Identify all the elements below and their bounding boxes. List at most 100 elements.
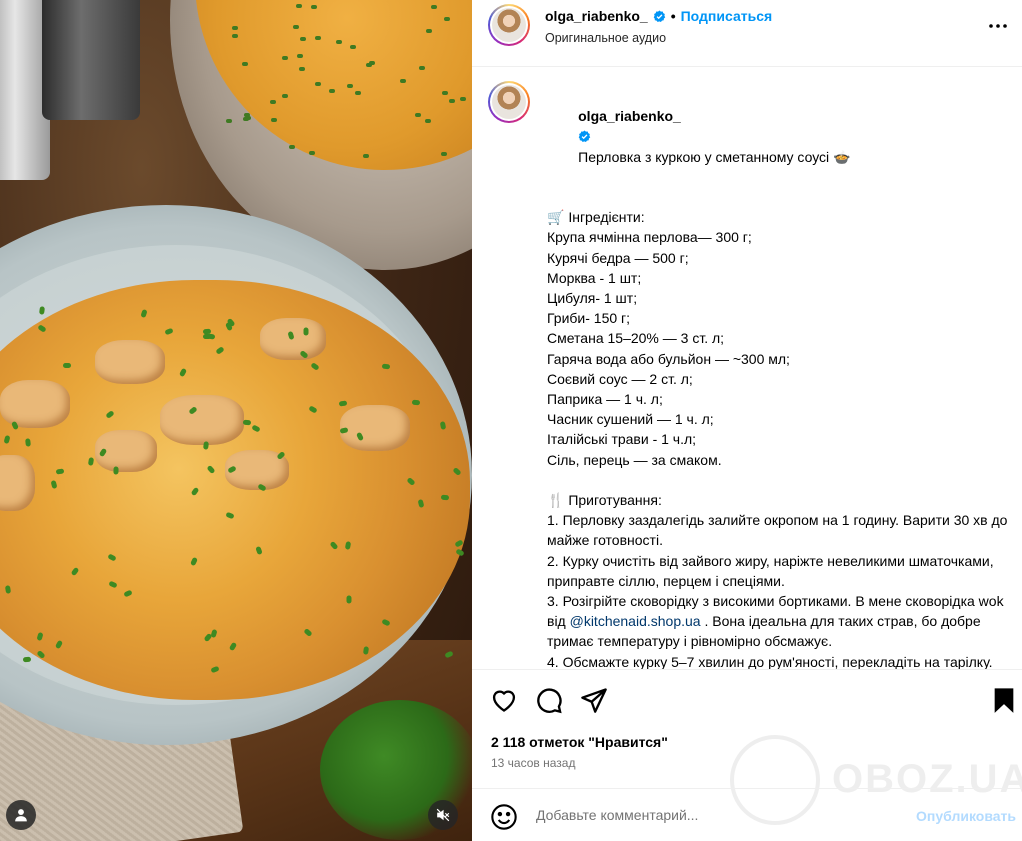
chicken-piece (0, 380, 70, 428)
herb-fleck (242, 419, 252, 426)
separator-dot: • (670, 8, 676, 24)
herb-fleck (309, 151, 315, 155)
caption-line: Курячі бедра — 500 г; (547, 249, 689, 266)
caption-line: Сметана 15–20% — 3 ст. л; (547, 330, 725, 347)
herb-fleck (282, 94, 288, 98)
herb-fleck (297, 54, 303, 58)
post-media[interactable] (0, 0, 472, 841)
herb-fleck (289, 145, 295, 149)
comment-icon[interactable] (535, 686, 563, 714)
caption-line: Цибуля- 1 шт; (547, 290, 638, 307)
chicken-piece (95, 340, 165, 384)
caption-line: Соєвий соус — 2 ст. л; (547, 370, 693, 387)
caption-line: 🍴 Приготування: (547, 492, 662, 509)
comment-input[interactable] (536, 807, 896, 823)
comment-bar: Опубликовать (472, 788, 1022, 841)
herb-fleck (400, 79, 406, 83)
herb-fleck (355, 91, 361, 95)
chicken-piece (340, 405, 410, 451)
caption-line: Крупа ячмінна перлова— 300 г; (547, 229, 752, 246)
herb-fleck (329, 89, 335, 93)
more-options-icon[interactable] (986, 14, 1010, 38)
mention-link[interactable]: @kitchenaid.shop.ua (570, 613, 701, 629)
caption-line (547, 470, 1009, 490)
caption-line: Гаряча вода або бульйон — ~300 мл; (547, 350, 790, 367)
herb-fleck (311, 5, 317, 9)
audio-label[interactable]: Оригинальное аудио (545, 31, 666, 45)
chicken-piece (160, 395, 244, 445)
herb-fleck (113, 466, 119, 475)
user-tag-button[interactable] (6, 800, 36, 830)
action-bar (472, 669, 1022, 729)
caption-line: Часник сушений — 1 ч. л; (547, 411, 714, 428)
herb-fleck (442, 91, 448, 95)
caption-line: 🛒 Інгредієнти: (547, 209, 645, 226)
herb-fleck (202, 333, 212, 340)
herb-fleck (441, 152, 447, 156)
publish-button[interactable]: Опубликовать (916, 808, 1016, 824)
barley-with-chicken (0, 280, 470, 700)
pepper-grinder (42, 0, 140, 120)
author-username[interactable]: olga_riabenko_ (545, 8, 648, 24)
caption-body: olga_riabenko_ Перловка з куркою у смета… (547, 86, 1009, 669)
caption-avatar[interactable] (488, 81, 530, 123)
herb-fleck (315, 82, 321, 86)
chicken-piece (0, 455, 35, 511)
herb-fleck (232, 26, 238, 30)
herb-fleck (431, 5, 437, 9)
caption-lines: 🛒 Інгредієнти: Крупа ячмінна перлова— 300… (547, 207, 1009, 591)
caption-lines-after: 4. Обсмажте курку 5–7 хвилин до рум'янос… (547, 652, 1009, 669)
herb-fleck (25, 438, 31, 447)
heart-icon[interactable] (490, 686, 518, 714)
post-caption: olga_riabenko_ Перловка з куркою у смета… (472, 67, 1022, 669)
caption-line: Італійські трави - 1 ч.л; (547, 431, 697, 448)
likes-count[interactable]: 2 118 отметок "Нравится" (491, 734, 668, 750)
avatar[interactable] (488, 4, 530, 46)
herb-fleck (242, 62, 248, 66)
herb-fleck (244, 113, 250, 117)
caption-line: Сіль, перець — за смаком. (547, 451, 722, 468)
post-time[interactable]: 13 часов назад (491, 756, 575, 770)
herb-fleck (232, 34, 238, 38)
herb-fleck (460, 97, 466, 101)
herb-fleck (415, 113, 421, 117)
follow-button[interactable]: Подписаться (681, 8, 773, 24)
mute-button[interactable] (428, 800, 458, 830)
post-panel: olga_riabenko_ • Подписаться Оригинально… (472, 0, 1022, 841)
caption-line: 1. Перловку заздалегідь залийте окропом … (547, 512, 1012, 549)
bookmark-icon[interactable] (990, 686, 1018, 714)
herb-fleck (63, 363, 71, 368)
caption-title: Перловка з куркою у сметанному соусі 🍲 (578, 148, 851, 165)
herb-fleck (419, 66, 425, 70)
herb-fleck (369, 61, 375, 65)
emoji-icon[interactable] (490, 803, 518, 831)
herb-fleck (346, 595, 352, 604)
verified-badge-icon (653, 10, 665, 22)
user-tag-icon (15, 809, 27, 822)
herb-fleck (350, 45, 356, 49)
caption-line: 2. Курку очистіть від зайвого жиру, нарі… (547, 552, 998, 589)
herb-fleck (426, 29, 432, 33)
herb-fleck (381, 363, 391, 370)
caption-line: Морква - 1 шт; (547, 269, 642, 286)
speaker-muted-icon (436, 808, 450, 822)
caption-username[interactable]: olga_riabenko_ (578, 108, 681, 124)
verified-badge-icon (578, 130, 591, 143)
herb-fleck (296, 4, 302, 8)
caption-step-3: 3. Розігрійте сковорідку з високими борт… (547, 593, 1008, 650)
herb-fleck (226, 119, 232, 123)
herb-fleck (425, 119, 431, 123)
herb-fleck (293, 25, 299, 29)
herb-fleck (363, 154, 369, 158)
herb-fleck (411, 399, 421, 406)
herb-fleck (303, 327, 309, 336)
herb-fleck (4, 585, 12, 594)
caption-line: Паприка — 1 ч. л; (547, 391, 663, 408)
herb-fleck (347, 84, 353, 88)
post-header: olga_riabenko_ • Подписаться Оригинально… (472, 0, 1022, 67)
herb-fleck (282, 56, 288, 60)
herb-fleck (270, 100, 276, 104)
herb-fleck (299, 67, 305, 71)
share-icon[interactable] (580, 686, 608, 714)
caption-line: Гриби- 150 г; (547, 310, 631, 327)
